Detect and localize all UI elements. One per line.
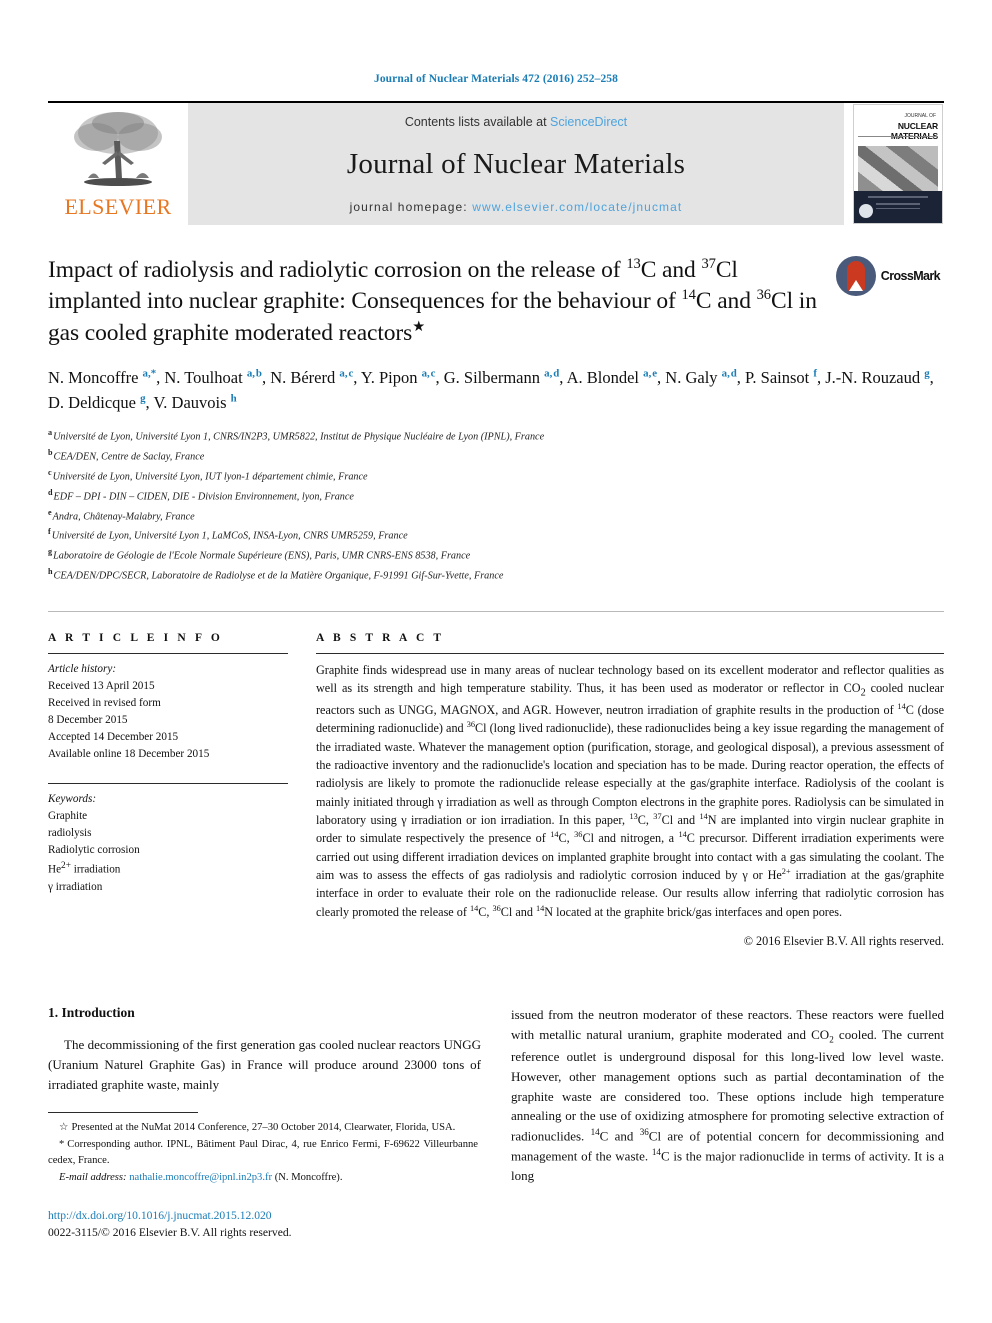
page-title: Impact of radiolysis and radiolytic corr… [48,256,817,346]
journal-title: Journal of Nuclear Materials [346,148,686,180]
abstract-column: A B S T R A C T Graphite finds widesprea… [316,632,944,949]
journal-homepage-line: journal homepage: www.elsevier.com/locat… [350,200,683,214]
affiliation-item: fUniversité de Lyon, Université Lyon 1, … [48,527,408,542]
article-info-heading: A R T I C L E I N F O [48,632,223,645]
cover-title: NUCLEAR MATERIALS [890,121,938,141]
footnote-corresponding: * Corresponding author. IPNL, Bâtiment Pa… [48,1137,478,1169]
cover-publisher-logo [859,204,873,218]
title-area: Impact of radiolysis and radiolytic corr… [48,255,944,349]
affiliation-item: aUniversité de Lyon, Université Lyon 1, … [48,427,545,443]
journal-cover-thumbnail: JOURNAL OF NUCLEAR MATERIALS [853,104,943,224]
history-item: Received in revised form [48,697,161,710]
elsevier-logo: ELSEVIER [48,103,188,225]
affiliation-item: eAndra, Châtenay-Malabry, France [48,507,195,522]
divider [316,653,944,655]
keyword-item: Radiolytic corrosion [48,844,140,857]
history-item: 8 December 2015 [48,714,128,727]
keyword-item: Graphite [48,810,88,823]
article-page: Journal of Nuclear Materials 472 (2016) … [0,0,992,1323]
affiliation-item: bCEA/DEN, Centre de Saclay, France [48,447,205,463]
journal-band: Contents lists available at ScienceDirec… [188,103,844,225]
article-history-block: Article history: Received 13 April 2015 … [48,661,288,763]
footnote-marker-star: ☆ [59,1122,69,1134]
email-address-label: E-mail address: [59,1171,127,1183]
doi-link[interactable]: http://dx.doi.org/10.1016/j.jnucmat.2015… [48,1208,478,1225]
affiliation-item: gLaboratoire de Géologie de l'Ecole Norm… [48,547,471,562]
footnote-block: ☆ Presented at the NuMat 2014 Conference,… [48,1112,478,1186]
crossmark-label: CrossMark [880,269,941,283]
affiliation-item: cUniversité de Lyon, Université Lyon, IU… [48,467,368,483]
body-column-left: 1. Introduction The decommissioning of t… [48,1005,481,1241]
footnote-conference-text: Presented at the NuMat 2014 Conference, … [71,1122,456,1134]
elsevier-tree-icon [74,112,162,186]
keyword-item: radiolysis [48,827,92,840]
journal-masthead: ELSEVIER Contents lists available at Sci… [48,101,944,225]
affiliation-item: hCEA/DEN/DPC/SECR, Laboratoire de Radiol… [48,567,504,582]
section-heading-introduction: 1. Introduction [48,1005,135,1021]
footnote-corresponding-text: Corresponding author. IPNL, Bâtiment Pau… [48,1139,478,1167]
abstract-text: Graphite finds widespread use in many ar… [316,663,944,919]
history-item: Available online 18 December 2015 [48,748,210,761]
intro-paragraph-right: issued from the neutron moderator of the… [511,1007,944,1184]
affiliation-list: aUniversité de Lyon, Université Lyon 1, … [48,426,944,585]
footnote-conference: ☆ Presented at the NuMat 2014 Conference,… [48,1120,478,1136]
affiliation-item: dEDF – DPI - DIN – CIDEN, DIE - Division… [48,487,354,502]
contents-available-line: Contents lists available at ScienceDirec… [405,115,627,129]
running-head: Journal of Nuclear Materials 472 (2016) … [373,73,619,85]
history-item: Received 13 April 2015 [48,680,155,693]
cover-photo [858,146,938,191]
cover-title-small: JOURNAL OF [904,113,936,119]
crossmark-badge[interactable]: CrossMark [836,255,941,297]
elsevier-wordmark: ELSEVIER [64,194,172,219]
issn-copyright-line: 0022-3115/© 2016 Elsevier B.V. All right… [48,1225,292,1239]
divider [48,653,288,655]
intro-paragraph-left: The decommissioning of the first generat… [48,1037,481,1092]
keyword-item: γ irradiation [48,881,103,894]
crossmark-icon [836,256,876,296]
journal-cover-block: JOURNAL OF NUCLEAR MATERIALS [852,103,944,225]
abstract-copyright: © 2016 Elsevier B.V. All rights reserved… [743,934,944,949]
history-item: Accepted 14 December 2015 [48,731,179,744]
email-address-suffix: (N. Moncoffre). [274,1171,343,1183]
sciencedirect-link[interactable]: ScienceDirect [550,115,627,129]
body-columns: 1. Introduction The decommissioning of t… [48,1005,944,1241]
article-info-column: A R T I C L E I N F O Article history: R… [48,632,288,949]
abstract-heading: A B S T R A C T [316,632,445,645]
divider [48,783,288,785]
keywords-label: Keywords: [48,793,97,806]
doi-block: http://dx.doi.org/10.1016/j.jnucmat.2015… [48,1208,478,1242]
keyword-item: He2+ irradiation [48,861,121,877]
author-list: N. Moncoffre a,*, N. Toulhoat a, b, N. B… [48,367,934,413]
footnote-email: E-mail address: nathalie.moncoffre@ipnl.… [48,1170,478,1186]
homepage-url-link[interactable]: www.elsevier.com/locate/jnucmat [472,200,682,214]
body-column-right: issued from the neutron moderator of the… [511,1005,944,1241]
info-abstract-region: A R T I C L E I N F O Article history: R… [48,611,944,949]
keywords-block: Keywords: Graphite radiolysis Radiolytic… [48,783,288,896]
contents-prefix: Contents lists available at [404,115,551,129]
article-history-label: Article history: [48,663,117,676]
email-address-link[interactable]: nathalie.moncoffre@ipnl.in2p3.fr [129,1172,272,1183]
homepage-prefix: journal homepage: [349,200,473,214]
